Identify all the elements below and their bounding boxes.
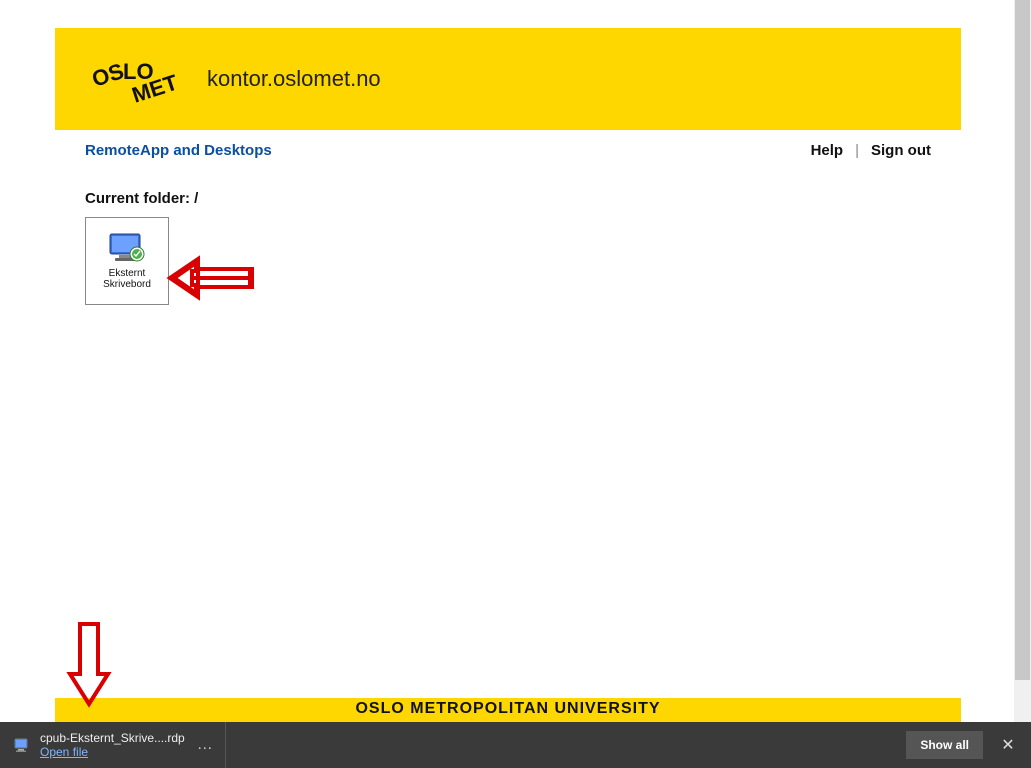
footer-band: OSLO METROPOLITAN UNIVERSITY: [55, 698, 961, 722]
footer-text: OSLO METROPOLITAN UNIVERSITY: [355, 700, 660, 717]
download-more-button[interactable]: …: [197, 736, 215, 754]
oslomet-logo: OS LO MET: [85, 49, 185, 109]
header-band: OS LO MET kontor.oslomet.no: [55, 28, 961, 130]
site-title: kontor.oslomet.no: [207, 66, 381, 92]
download-filename: cpub-Eksternt_Skrive....rdp: [40, 731, 185, 745]
svg-text:OS: OS: [89, 58, 127, 92]
remote-desktop-icon: [107, 232, 147, 264]
download-text: cpub-Eksternt_Skrive....rdp Open file: [40, 731, 185, 760]
page-container: OS LO MET kontor.oslomet.no RemoteApp an…: [55, 28, 961, 640]
nav-section-title: RemoteApp and Desktops: [85, 142, 272, 159]
viewport: OS LO MET kontor.oslomet.no RemoteApp an…: [0, 0, 1031, 768]
vertical-scrollbar[interactable]: ▾: [1014, 0, 1031, 768]
download-close-button[interactable]: ✕: [993, 730, 1023, 760]
download-bar: cpub-Eksternt_Skrive....rdp Open file … …: [0, 722, 1031, 768]
download-show-all-button[interactable]: Show all: [906, 731, 983, 759]
download-item[interactable]: cpub-Eksternt_Skrive....rdp Open file …: [0, 722, 226, 768]
signout-link[interactable]: Sign out: [871, 142, 931, 159]
content-area: Current folder: / Eksternt: [55, 170, 961, 640]
scrollbar-thumb[interactable]: [1015, 0, 1030, 680]
rdp-file-icon: [14, 736, 32, 754]
app-tile-label: Eksternt Skrivebord: [88, 268, 166, 290]
page-scroll-area: OS LO MET kontor.oslomet.no RemoteApp an…: [0, 0, 1014, 722]
help-link[interactable]: Help: [811, 142, 844, 159]
nav-separator: |: [855, 142, 859, 159]
download-open-file-link[interactable]: Open file: [40, 745, 185, 759]
navbar: RemoteApp and Desktops Help | Sign out: [55, 130, 961, 170]
nav-right: Help | Sign out: [811, 142, 931, 159]
app-tile-eksternt-skrivebord[interactable]: Eksternt Skrivebord: [85, 217, 169, 305]
current-folder-label: Current folder: /: [85, 190, 931, 207]
